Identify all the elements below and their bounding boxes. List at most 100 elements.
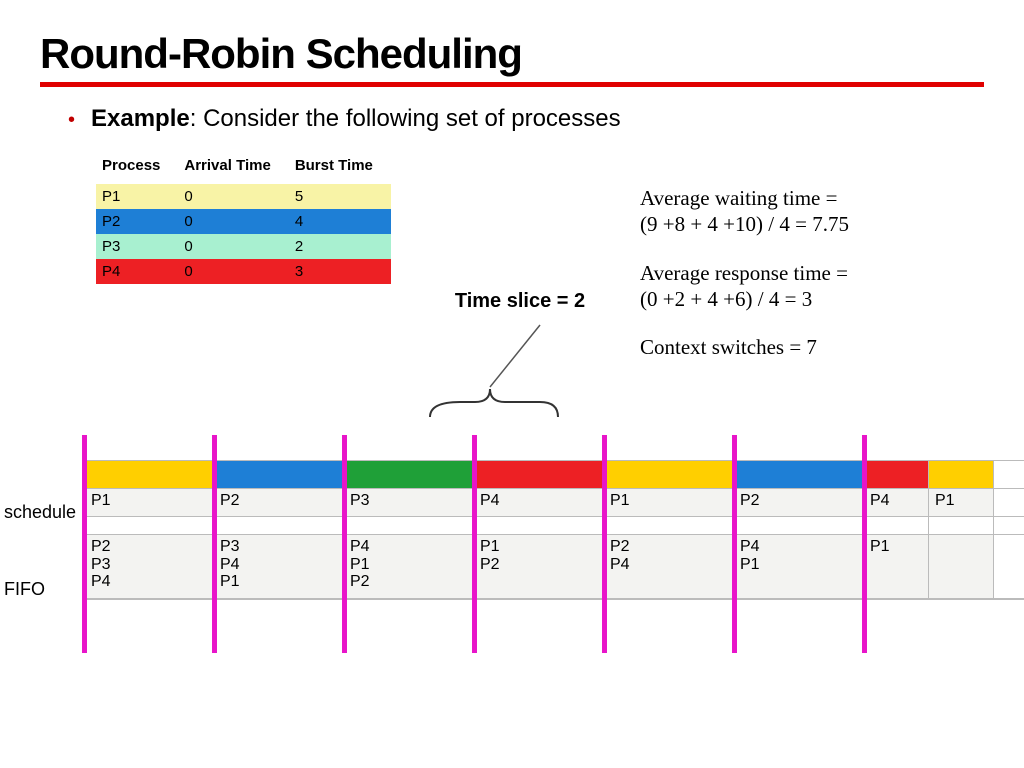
- ptable-row: P204: [96, 209, 391, 234]
- process-table: ProcessArrival TimeBurst Time P105P204P3…: [96, 153, 391, 284]
- ptable-row: P302: [96, 234, 391, 259]
- context-switch-bar: [862, 435, 867, 653]
- gantt-cell: P1: [84, 489, 214, 516]
- context-switch-bar: [602, 435, 607, 653]
- brace-icon: [420, 317, 620, 437]
- gantt-chart: schedule FIFO P1P2P3P4P1P2P4P1 P2P3P4P3P…: [0, 460, 1024, 600]
- fifo-entry: P1: [740, 556, 760, 574]
- gantt-cell: P3: [344, 489, 474, 516]
- context-switch-bar: [82, 435, 87, 653]
- gantt-cell: [604, 517, 734, 534]
- gantt-cell: P2P4: [604, 535, 734, 598]
- bullet-rest: : Consider the following set of processe…: [190, 105, 621, 132]
- gantt-cell: P4: [474, 489, 604, 516]
- metrics-block: Average waiting time = (9 +8 + 4 +10) / …: [640, 185, 849, 382]
- gantt-cell: [344, 461, 474, 488]
- ptable-header: Arrival Time: [178, 153, 288, 184]
- art-label: Average response time =: [640, 261, 848, 285]
- art-value: (0 +2 + 4 +6) / 4 = 3: [640, 287, 812, 311]
- gantt-cell: [474, 517, 604, 534]
- gantt-spacer-row: [84, 517, 1024, 535]
- fifo-entry: P2: [480, 556, 500, 574]
- ptable-cell: 0: [178, 234, 288, 259]
- gantt-cell: [864, 517, 929, 534]
- gantt-cell: [474, 461, 604, 488]
- gantt-cell: P1P2: [474, 535, 604, 598]
- gantt-cell: P1: [864, 535, 929, 598]
- awt-label: Average waiting time =: [640, 186, 837, 210]
- gantt-cell: [604, 461, 734, 488]
- fifo-entry: P2: [350, 573, 370, 591]
- time-slice-label: Time slice = 2: [420, 290, 620, 313]
- ptable-cell: 2: [289, 234, 391, 259]
- bullet-row: • Example: Consider the following set of…: [40, 105, 984, 133]
- ptable-row: P105: [96, 184, 391, 209]
- gantt-cell: P4P1: [734, 535, 864, 598]
- fifo-entry: P1: [220, 573, 240, 591]
- avg-response-time: Average response time = (0 +2 + 4 +6) / …: [640, 260, 849, 313]
- gantt-cell: [929, 517, 994, 534]
- gantt-cell: P4P1P2: [344, 535, 474, 598]
- bullet-icon: •: [68, 109, 75, 132]
- ptable-cell: P3: [96, 234, 178, 259]
- fifo-entry: P4: [610, 556, 630, 574]
- gantt-cell: [214, 517, 344, 534]
- gantt-cell: [84, 461, 214, 488]
- ptable-cell: P2: [96, 209, 178, 234]
- ptable-cell: P1: [96, 184, 178, 209]
- context-switch-bar: [212, 435, 217, 653]
- slide-title: Round-Robin Scheduling: [40, 30, 984, 78]
- fifo-entry: P1: [870, 538, 890, 556]
- fifo-entry: P2: [91, 538, 111, 556]
- context-switches: Context switches = 7: [640, 334, 849, 360]
- ptable-cell: 4: [289, 209, 391, 234]
- gantt-color-row: [84, 461, 1024, 489]
- title-underline: [40, 82, 984, 87]
- gantt-cell: P2P3P4: [84, 535, 214, 598]
- ptable-cell: 0: [178, 209, 288, 234]
- schedule-label: schedule: [4, 502, 76, 523]
- gantt-cell: P2: [734, 489, 864, 516]
- ptable-cell: P4: [96, 259, 178, 284]
- gantt-cell: P1: [929, 489, 994, 516]
- fifo-entry: P4: [220, 556, 240, 574]
- bullet-bold: Example: [91, 105, 190, 132]
- time-slice-callout: Time slice = 2: [420, 290, 620, 437]
- gantt-cell: [214, 461, 344, 488]
- awt-value: (9 +8 + 4 +10) / 4 = 7.75: [640, 212, 849, 236]
- gantt-cell: [864, 461, 929, 488]
- gantt-cell: [734, 517, 864, 534]
- ptable-cell: 3: [289, 259, 391, 284]
- ptable-cell: 5: [289, 184, 391, 209]
- gantt-cell: P4: [864, 489, 929, 516]
- bullet-text: Example: Consider the following set of p…: [91, 105, 621, 133]
- fifo-entry: P4: [350, 538, 370, 556]
- gantt-cell: [734, 461, 864, 488]
- fifo-entry: P4: [740, 538, 760, 556]
- gantt-cell: [84, 517, 214, 534]
- ptable-header: Burst Time: [289, 153, 391, 184]
- gantt-cell: P3P4P1: [214, 535, 344, 598]
- fifo-entry: P4: [91, 573, 111, 591]
- gantt-cell: [929, 535, 994, 598]
- gantt-cell: P1: [604, 489, 734, 516]
- gantt-schedule-row: P1P2P3P4P1P2P4P1: [84, 489, 1024, 517]
- gantt-cell: [929, 461, 994, 488]
- ptable-header: Process: [96, 153, 178, 184]
- context-switch-bar: [472, 435, 477, 653]
- context-switch-bar: [342, 435, 347, 653]
- fifo-label: FIFO: [4, 579, 76, 600]
- ptable-cell: 0: [178, 259, 288, 284]
- ptable-row: P403: [96, 259, 391, 284]
- gantt-cell: P2: [214, 489, 344, 516]
- avg-waiting-time: Average waiting time = (9 +8 + 4 +10) / …: [640, 185, 849, 238]
- fifo-entry: P1: [480, 538, 500, 556]
- fifo-entry: P3: [91, 556, 111, 574]
- gantt-cell: [344, 517, 474, 534]
- context-switch-bar: [732, 435, 737, 653]
- fifo-entry: P1: [350, 556, 370, 574]
- ptable-cell: 0: [178, 184, 288, 209]
- gantt-fifo-row: P2P3P4P3P4P1P4P1P2P1P2P2P4P4P1P1: [84, 535, 1024, 599]
- fifo-entry: P2: [610, 538, 630, 556]
- fifo-entry: P3: [220, 538, 240, 556]
